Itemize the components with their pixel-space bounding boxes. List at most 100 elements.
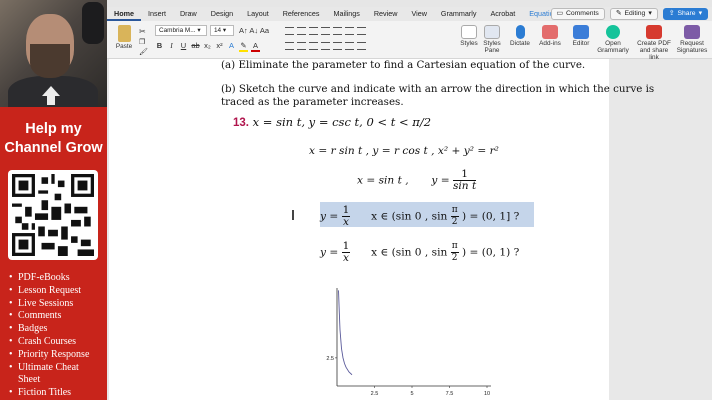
screen: Help my Channel Grow • PDF-eBooks • Less… (0, 0, 712, 400)
increase-indent-icon[interactable] (333, 27, 342, 35)
hl-pi-denominator: 2 (451, 217, 458, 227)
tab-review[interactable]: Review (367, 7, 405, 21)
dictate-button[interactable]: Dictate (508, 25, 532, 47)
multilevel-icon[interactable] (309, 27, 318, 35)
perk-item: Comments (8, 310, 107, 323)
list-buttons (285, 27, 366, 35)
align-center-icon[interactable] (297, 42, 306, 50)
ribbon-actions: ▭ Comments ✎ Editing ▾ ⇪ Share ▾ (550, 7, 708, 21)
alt-prefix: y = (320, 246, 339, 259)
styles-label: Styles (460, 40, 478, 47)
editor-icon (573, 25, 589, 39)
font-size-value: 14 (214, 27, 222, 34)
create-pdf-button[interactable]: Create PDF and share link (635, 25, 673, 61)
title-bar (107, 0, 712, 7)
chevron-down-icon: ▾ (648, 10, 652, 17)
numbering-icon[interactable] (297, 27, 306, 35)
paste-button[interactable]: Paste (113, 25, 135, 50)
editor-label: Editor (572, 40, 590, 47)
copy-icon[interactable]: ❐ (139, 38, 145, 46)
eq-x: x = sin t , (357, 174, 409, 187)
editing-button[interactable]: ✎ Editing ▾ (609, 8, 658, 20)
perk-item: Priority Response (8, 349, 107, 362)
qr-code[interactable] (8, 170, 98, 260)
subscript-icon[interactable]: x₂ (203, 41, 212, 52)
hl-interval-open: x ∈ (sin 0 , sin (371, 210, 448, 223)
x-tick-label: 10 (484, 391, 490, 397)
styles-pane-label: Styles Pane (483, 40, 501, 54)
pilcrow-icon[interactable] (357, 27, 366, 35)
tab-home[interactable]: Home (107, 7, 141, 21)
tab-mailings[interactable]: Mailings (326, 7, 366, 21)
tab-references[interactable]: References (276, 7, 327, 21)
editing-label: Editing (624, 10, 646, 17)
tab-insert[interactable]: Insert (141, 7, 173, 21)
tab-grammarly[interactable]: Grammarly (434, 7, 484, 21)
bullets-icon[interactable] (285, 27, 294, 35)
align-right-icon[interactable] (309, 42, 318, 50)
addins-icon (542, 25, 558, 39)
problem-equation: x = sin t, y = csc t, 0 < t < π/2 (252, 115, 432, 129)
alt-denominator: x (342, 252, 349, 264)
bold-icon[interactable]: B (155, 41, 164, 52)
styles-pane-button[interactable]: Styles Pane (480, 25, 504, 54)
font-name-value: Cambria M... (159, 27, 196, 34)
chevron-down-icon: ▾ (698, 10, 702, 17)
cut-icon[interactable]: ✂ (139, 27, 146, 36)
addins-label: Add-ins (539, 40, 561, 47)
addins-button[interactable]: Add-ins (537, 25, 563, 47)
document-page[interactable]: (a) Eliminate the parameter to find a Ca… (109, 59, 654, 400)
help-banner: Help my Channel Grow (0, 120, 107, 158)
font-color-icon[interactable]: A (251, 41, 260, 52)
font-name-select[interactable]: Cambria M... ▾ (155, 25, 207, 36)
line-spacing-icon[interactable] (333, 42, 342, 50)
hl-pi-numerator: π (450, 205, 459, 217)
create-pdf-label: Create PDF and share link (637, 40, 671, 61)
font-grow-icon[interactable]: A↑ A↓ Aa (239, 26, 269, 35)
tab-view[interactable]: View (404, 7, 433, 21)
editor-button[interactable]: Editor (569, 25, 593, 47)
alt-interval-open: x ∈ (sin 0 , sin (371, 246, 448, 259)
align-left-icon[interactable] (285, 42, 294, 50)
format-painter-icon[interactable]: 🖌 (139, 48, 148, 56)
paste-label: Paste (115, 43, 133, 50)
alt-pi-numerator: π (450, 241, 459, 253)
align-buttons (285, 42, 366, 50)
decrease-indent-icon[interactable] (321, 27, 330, 35)
share-button[interactable]: ⇪ Share ▾ (662, 8, 708, 20)
share-icon: ⇪ (668, 10, 675, 17)
request-signatures-label: Request Signatures (676, 40, 708, 54)
italic-icon[interactable]: I (167, 41, 176, 52)
styles-button[interactable]: Styles (457, 25, 481, 47)
tab-layout[interactable]: Layout (240, 7, 276, 21)
alt-fraction: 1x (341, 241, 351, 264)
superscript-icon[interactable]: x² (215, 41, 224, 52)
i-beam-cursor (292, 210, 294, 220)
text-effects-icon[interactable]: A (227, 41, 236, 52)
hl-pi-fraction: π2 (450, 205, 459, 228)
perks-list: PDF-eBooksLesson RequestLive SessionsCom… (8, 272, 107, 400)
hl-interval-close: ) = (0, 1] ? (461, 210, 520, 223)
tab-design[interactable]: Design (204, 7, 240, 21)
request-signatures-button[interactable]: Request Signatures (675, 25, 709, 54)
alt-interval-close: ) = (0, 1) ? (461, 246, 520, 259)
tab-draw[interactable]: Draw (173, 7, 204, 21)
strikethrough-icon[interactable]: ab (191, 41, 200, 52)
pencil-icon: ✎ (615, 10, 622, 17)
shading-icon[interactable] (345, 42, 354, 50)
tab-acrobat[interactable]: Acrobat (483, 7, 522, 21)
microphone-icon (515, 25, 525, 39)
series-line (338, 290, 353, 376)
underline-icon[interactable]: U (179, 41, 188, 52)
eq-y-denominator: sin t (452, 180, 477, 192)
highlighted-equation[interactable]: y = 1x x ∈ (sin 0 , sin π2 ) = (0, 1] ? (320, 205, 519, 228)
sort-icon[interactable] (345, 27, 354, 35)
open-grammarly-button[interactable]: Open Grammarly (597, 25, 629, 54)
comments-button[interactable]: ▭ Comments (550, 8, 605, 20)
borders-icon[interactable] (357, 42, 366, 50)
hl-fraction: 1x (341, 205, 351, 228)
alternate-equation: y = 1x x ∈ (sin 0 , sin π2 ) = (0, 1) ? (320, 241, 519, 264)
font-size-select[interactable]: 14 ▾ (210, 25, 234, 36)
justify-icon[interactable] (321, 42, 330, 50)
highlight-icon[interactable]: ✎ (239, 41, 248, 52)
